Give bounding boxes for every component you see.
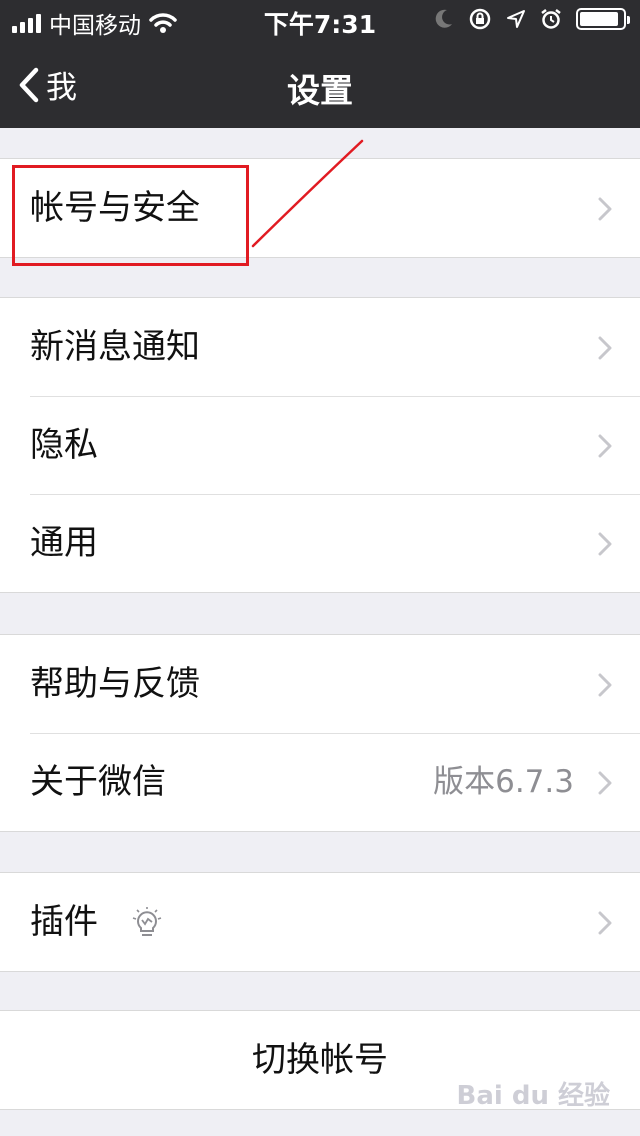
watermark-logo: Bai du 经验 — [456, 1081, 611, 1111]
settings-item-general[interactable]: 通用 — [0, 494, 640, 592]
settings-group-help: 帮助与反馈 关于微信 版本6.7.3 — [0, 634, 640, 832]
settings-group-general: 新消息通知 隐私 通用 — [0, 297, 640, 593]
chevron-right-icon — [598, 532, 612, 556]
chevron-right-icon — [598, 673, 612, 697]
settings-item-plugins[interactable]: 插件 — [0, 873, 640, 971]
chevron-right-icon — [598, 911, 612, 935]
lightbulb-icon — [132, 907, 162, 936]
version-text: 版本6.7.3 — [433, 764, 574, 800]
annotation-line — [251, 139, 364, 248]
settings-item-label: 插件 — [30, 902, 98, 942]
chevron-right-icon — [598, 434, 612, 458]
settings-item-label: 隐私 — [30, 425, 98, 465]
chevron-right-icon — [598, 771, 612, 795]
settings-item-label: 新消息通知 — [30, 327, 200, 367]
settings-item-label: 帮助与反馈 — [30, 664, 200, 704]
settings-item-label: 关于微信 — [30, 762, 166, 802]
settings-item-privacy[interactable]: 隐私 — [0, 396, 640, 494]
chevron-right-icon — [598, 336, 612, 360]
settings-group-plugins: 插件 — [0, 872, 640, 972]
settings-item-help-feedback[interactable]: 帮助与反馈 — [0, 635, 640, 733]
settings-item-notifications[interactable]: 新消息通知 — [0, 298, 640, 396]
settings-item-label: 通用 — [30, 523, 98, 563]
settings-item-about-wechat[interactable]: 关于微信 版本6.7.3 — [0, 733, 640, 831]
